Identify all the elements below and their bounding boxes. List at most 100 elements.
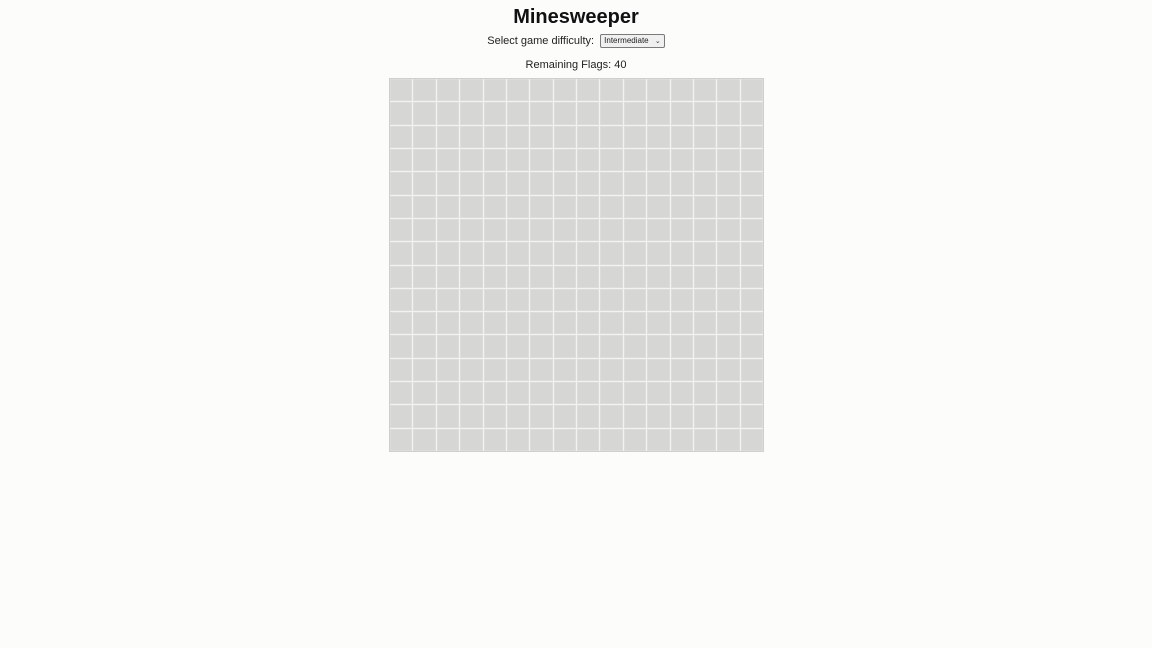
board-cell[interactable] bbox=[506, 382, 530, 405]
board-cell[interactable] bbox=[483, 382, 506, 405]
board-cell[interactable] bbox=[436, 242, 460, 265]
board-cell[interactable] bbox=[740, 195, 763, 218]
board-cell[interactable] bbox=[670, 358, 693, 382]
board-cell[interactable] bbox=[647, 382, 670, 405]
board-cell[interactable] bbox=[740, 335, 763, 358]
board-cell[interactable] bbox=[506, 405, 530, 428]
board-cell[interactable] bbox=[600, 382, 623, 405]
board-cell[interactable] bbox=[740, 102, 763, 125]
board-cell[interactable] bbox=[623, 335, 647, 358]
board-cell[interactable] bbox=[717, 172, 740, 195]
board-cell[interactable] bbox=[553, 405, 576, 428]
board-cell[interactable] bbox=[553, 102, 576, 125]
board-cell[interactable] bbox=[460, 79, 483, 102]
board-cell[interactable] bbox=[506, 172, 530, 195]
board-cell[interactable] bbox=[390, 358, 413, 382]
board-cell[interactable] bbox=[577, 79, 600, 102]
board-cell[interactable] bbox=[647, 195, 670, 218]
board-cell[interactable] bbox=[436, 335, 460, 358]
board-cell[interactable] bbox=[670, 218, 693, 242]
board-cell[interactable] bbox=[693, 218, 717, 242]
board-cell[interactable] bbox=[577, 242, 600, 265]
board-cell[interactable] bbox=[413, 382, 436, 405]
board-cell[interactable] bbox=[670, 79, 693, 102]
board-cell[interactable] bbox=[693, 405, 717, 428]
board-cell[interactable] bbox=[647, 125, 670, 148]
board-cell[interactable] bbox=[600, 335, 623, 358]
board-cell[interactable] bbox=[600, 288, 623, 312]
board-cell[interactable] bbox=[413, 242, 436, 265]
board-cell[interactable] bbox=[670, 382, 693, 405]
board-cell[interactable] bbox=[553, 172, 576, 195]
board-cell[interactable] bbox=[600, 218, 623, 242]
board-cell[interactable] bbox=[623, 288, 647, 312]
board-cell[interactable] bbox=[553, 218, 576, 242]
board-cell[interactable] bbox=[530, 288, 553, 312]
board-cell[interactable] bbox=[553, 148, 576, 172]
board-cell[interactable] bbox=[647, 405, 670, 428]
board-cell[interactable] bbox=[623, 172, 647, 195]
board-cell[interactable] bbox=[483, 125, 506, 148]
board-cell[interactable] bbox=[740, 405, 763, 428]
board-cell[interactable] bbox=[530, 382, 553, 405]
board-cell[interactable] bbox=[483, 218, 506, 242]
board-cell[interactable] bbox=[623, 358, 647, 382]
board-cell[interactable] bbox=[530, 102, 553, 125]
board-cell[interactable] bbox=[647, 428, 670, 451]
board-cell[interactable] bbox=[740, 218, 763, 242]
board-cell[interactable] bbox=[553, 312, 576, 335]
board-cell[interactable] bbox=[577, 405, 600, 428]
board-cell[interactable] bbox=[717, 102, 740, 125]
board-cell[interactable] bbox=[460, 148, 483, 172]
board-cell[interactable] bbox=[740, 312, 763, 335]
board-cell[interactable] bbox=[506, 148, 530, 172]
board-cell[interactable] bbox=[717, 382, 740, 405]
board-cell[interactable] bbox=[623, 148, 647, 172]
board-cell[interactable] bbox=[717, 288, 740, 312]
board-cell[interactable] bbox=[390, 195, 413, 218]
board-cell[interactable] bbox=[577, 172, 600, 195]
board-cell[interactable] bbox=[623, 125, 647, 148]
board-cell[interactable] bbox=[647, 358, 670, 382]
board-cell[interactable] bbox=[577, 218, 600, 242]
board-cell[interactable] bbox=[483, 148, 506, 172]
board-cell[interactable] bbox=[623, 195, 647, 218]
board-cell[interactable] bbox=[436, 125, 460, 148]
board-cell[interactable] bbox=[740, 265, 763, 288]
board-cell[interactable] bbox=[740, 358, 763, 382]
board-cell[interactable] bbox=[693, 102, 717, 125]
board-cell[interactable] bbox=[553, 79, 576, 102]
board-cell[interactable] bbox=[553, 382, 576, 405]
board-cell[interactable] bbox=[740, 288, 763, 312]
board-cell[interactable] bbox=[553, 195, 576, 218]
board-cell[interactable] bbox=[717, 335, 740, 358]
board-cell[interactable] bbox=[693, 312, 717, 335]
board-cell[interactable] bbox=[693, 335, 717, 358]
board-cell[interactable] bbox=[693, 265, 717, 288]
board-cell[interactable] bbox=[460, 288, 483, 312]
board-cell[interactable] bbox=[740, 172, 763, 195]
board-cell[interactable] bbox=[436, 428, 460, 451]
board-cell[interactable] bbox=[647, 148, 670, 172]
board-cell[interactable] bbox=[600, 312, 623, 335]
board-cell[interactable] bbox=[530, 242, 553, 265]
board-cell[interactable] bbox=[740, 79, 763, 102]
board-cell[interactable] bbox=[670, 148, 693, 172]
board-cell[interactable] bbox=[693, 382, 717, 405]
board-cell[interactable] bbox=[717, 428, 740, 451]
board-cell[interactable] bbox=[647, 312, 670, 335]
board-cell[interactable] bbox=[530, 428, 553, 451]
board-cell[interactable] bbox=[483, 335, 506, 358]
board-cell[interactable] bbox=[390, 382, 413, 405]
board-cell[interactable] bbox=[600, 148, 623, 172]
board-cell[interactable] bbox=[577, 102, 600, 125]
board-cell[interactable] bbox=[577, 335, 600, 358]
board-cell[interactable] bbox=[577, 125, 600, 148]
board-cell[interactable] bbox=[460, 195, 483, 218]
board-cell[interactable] bbox=[390, 265, 413, 288]
board-cell[interactable] bbox=[390, 172, 413, 195]
difficulty-select[interactable]: Intermediate ⌄ bbox=[600, 34, 665, 49]
board-cell[interactable] bbox=[623, 242, 647, 265]
board-cell[interactable] bbox=[693, 358, 717, 382]
board-cell[interactable] bbox=[623, 428, 647, 451]
